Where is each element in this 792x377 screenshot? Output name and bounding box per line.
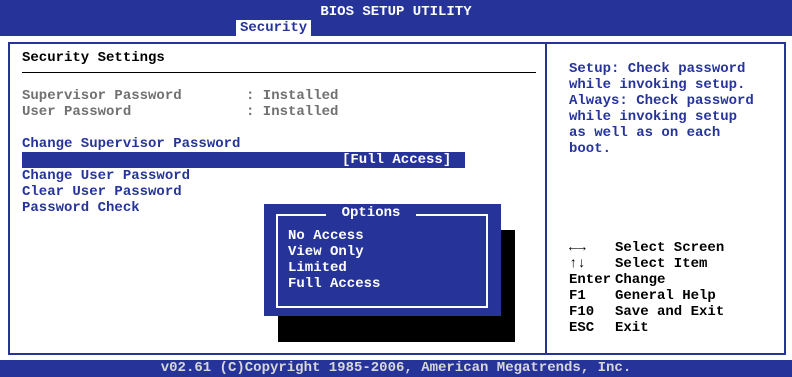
- supervisor-password-status-value: : Installed: [246, 88, 339, 104]
- help-line: as well as on each: [569, 125, 721, 141]
- user-access-level-value: [Full Access]: [342, 152, 452, 168]
- key-description: Exit: [615, 320, 649, 336]
- options-popup: Options No Access View Only Limited Full…: [264, 204, 501, 316]
- up-down-arrows-icon: ↑↓: [569, 256, 586, 272]
- help-line: while invoking setup: [569, 109, 738, 125]
- key-row-f1: F1 General Help: [569, 288, 789, 304]
- help-line: Always: Check password: [569, 93, 754, 109]
- key-description: Select Item: [615, 256, 708, 272]
- help-line: Setup: Check password: [569, 61, 746, 77]
- user-password-status-value: : Installed: [246, 104, 339, 120]
- key-name: F10: [569, 304, 595, 320]
- key-legend: ←→ Select Screen ↑↓ Select Item Enter Ch…: [569, 240, 789, 336]
- key-row-f10: F10 Save and Exit: [569, 304, 789, 320]
- section-title: Security Settings: [22, 50, 165, 66]
- left-right-arrows-icon: ←→: [569, 240, 586, 256]
- key-name: F1: [569, 288, 586, 304]
- option-view-only[interactable]: View Only: [288, 244, 364, 260]
- tab-security[interactable]: Security: [236, 20, 312, 36]
- clear-user-password-item[interactable]: Clear User Password: [22, 184, 182, 200]
- change-supervisor-password-item[interactable]: Change Supervisor Password: [22, 136, 240, 152]
- panel-divider: [545, 42, 547, 355]
- settings-panel: Security Settings Supervisor Password : …: [22, 50, 540, 216]
- key-description: Select Screen: [615, 240, 725, 256]
- help-line: while invoking setup.: [569, 77, 746, 93]
- option-no-access[interactable]: No Access: [288, 228, 364, 244]
- key-row-select-item: ↑↓ Select Item: [569, 256, 789, 272]
- key-description: Change: [615, 272, 666, 288]
- key-row-esc: ESC Exit: [569, 320, 789, 336]
- option-full-access[interactable]: Full Access: [288, 276, 380, 292]
- change-user-password-item[interactable]: Change User Password: [22, 168, 190, 184]
- section-divider: [22, 72, 536, 73]
- copyright-bar: v02.61 (C)Copyright 1985-2006, American …: [0, 360, 792, 377]
- key-row-select-screen: ←→ Select Screen: [569, 240, 789, 256]
- password-check-item[interactable]: Password Check: [22, 200, 140, 216]
- user-password-status-label: User Password: [22, 104, 132, 120]
- user-access-level-item[interactable]: User Access Level [Full Access]: [22, 152, 465, 184]
- help-text: Setup: Check password while invoking set…: [569, 61, 789, 157]
- key-name: ESC: [569, 320, 595, 336]
- title-bar: BIOS SETUP UTILITY Security: [0, 0, 792, 36]
- help-line: boot.: [569, 141, 612, 157]
- option-limited[interactable]: Limited: [288, 260, 347, 276]
- bios-title: BIOS SETUP UTILITY: [320, 4, 472, 20]
- key-description: General Help: [615, 288, 716, 304]
- supervisor-password-status-label: Supervisor Password: [22, 88, 182, 104]
- key-row-enter: Enter Change: [569, 272, 789, 288]
- key-description: Save and Exit: [615, 304, 725, 320]
- key-name: Enter: [569, 272, 612, 288]
- options-popup-title: Options: [326, 205, 416, 221]
